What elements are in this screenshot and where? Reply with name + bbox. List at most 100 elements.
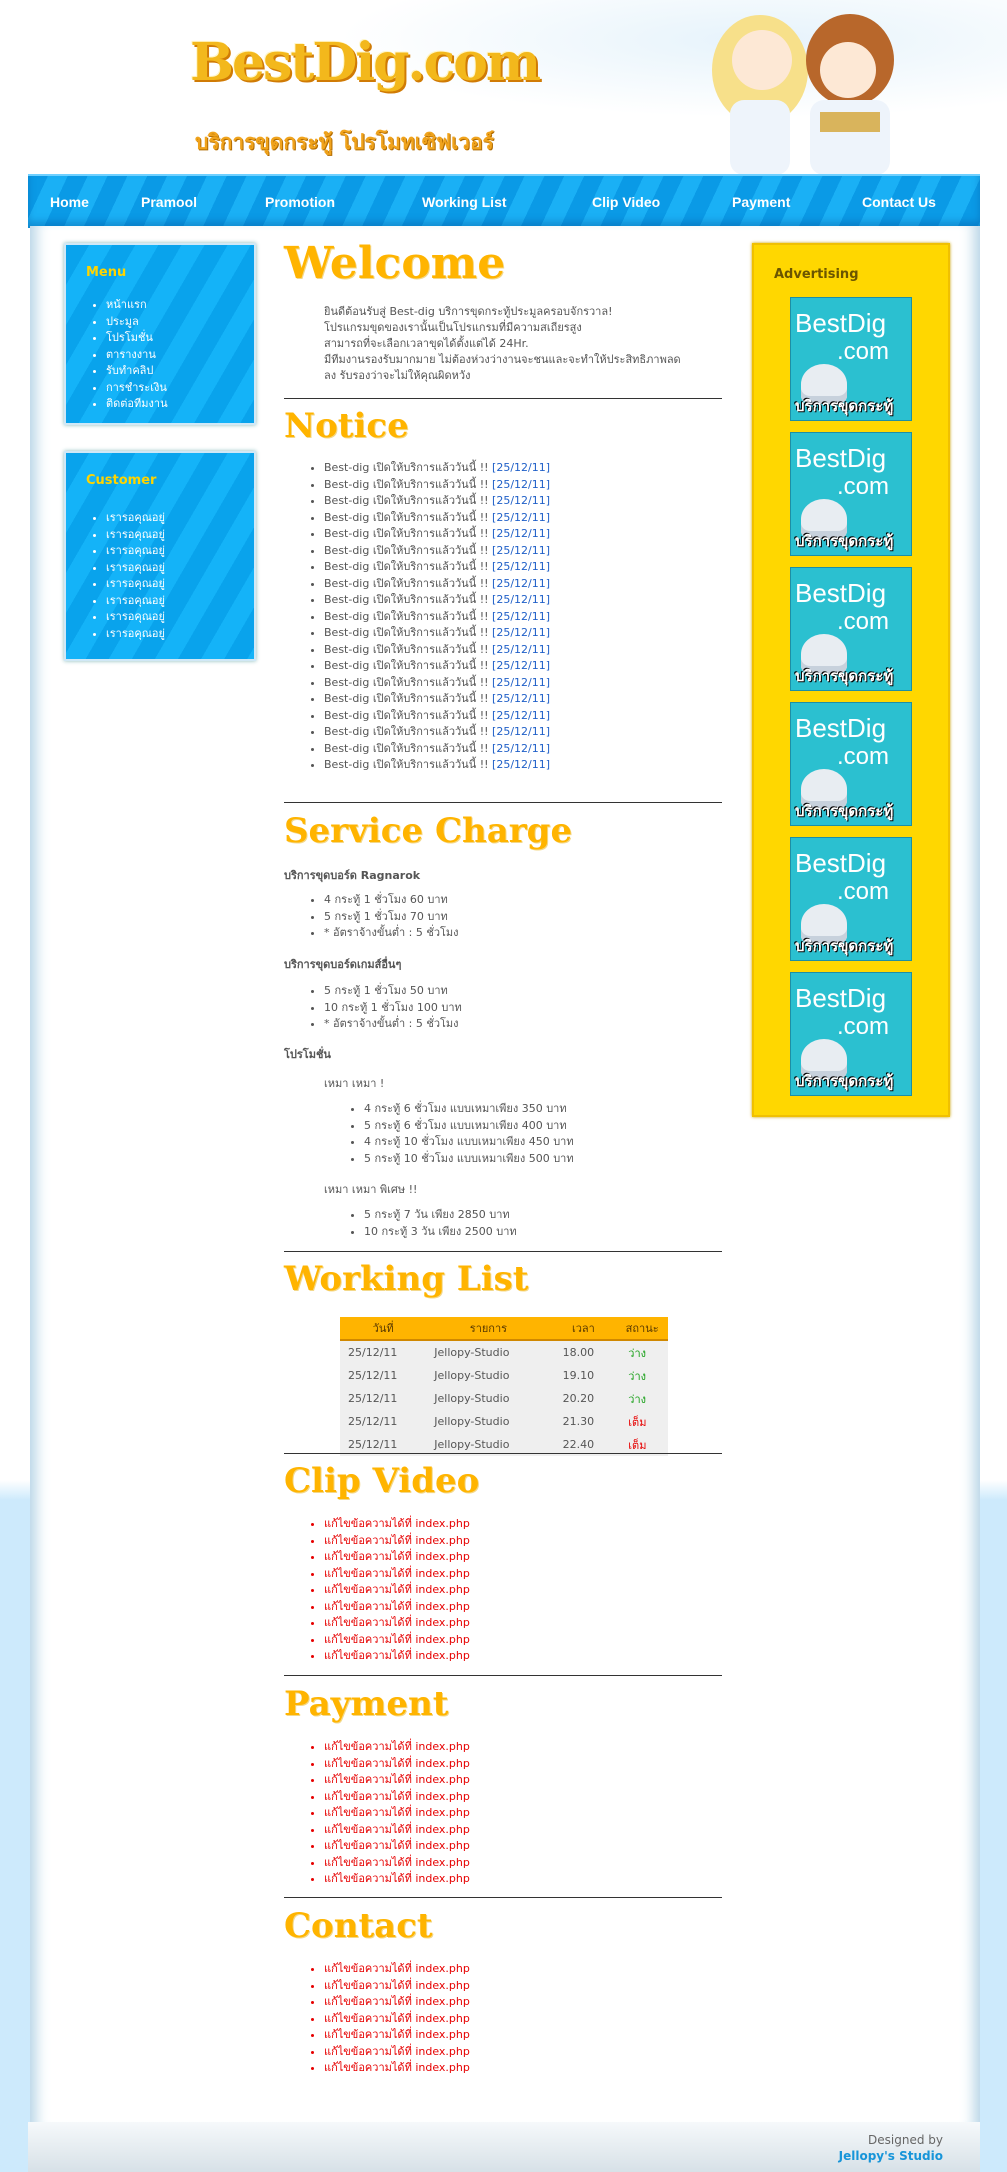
notice-date-link[interactable]: [25/12/11] [492,478,550,491]
clip-link-item[interactable]: แก้ไขข้อความได้ที่ index.php [324,1632,470,1649]
cell-item: Jellopy-Studio [426,1387,551,1410]
menu-item[interactable]: รับทำคลิป [106,363,168,380]
divider [284,1251,722,1252]
clip-link-item[interactable]: แก้ไขข้อความได้ที่ index.php [324,1566,470,1583]
payment-link-item[interactable]: แก้ไขข้อความได้ที่ index.php [324,1805,470,1822]
menu-item[interactable]: การชำระเงิน [106,380,168,397]
notice-date-link[interactable]: [25/12/11] [492,494,550,507]
notice-text: Best-dig เปิดให้บริการแล้ววันนี้ !! [324,708,489,722]
nav-clip-video[interactable]: Clip Video [592,194,660,210]
ad-banner[interactable]: BestDig .com บริการขุดกระทู้ [790,297,912,421]
cell-item: Jellopy-Studio [426,1364,551,1387]
customer-item[interactable]: เรารอคุณอยู่ [106,626,165,643]
nav-pramool[interactable]: Pramool [141,194,197,210]
notice-date-link[interactable]: [25/12/11] [492,593,550,606]
cell-status: ว่าง [616,1387,668,1410]
clip-link-item[interactable]: แก้ไขข้อความได้ที่ index.php [324,1648,470,1665]
payment-link-item[interactable]: แก้ไขข้อความได้ที่ index.php [324,1871,470,1888]
contact-link-item[interactable]: แก้ไขข้อความได้ที่ index.php [324,2044,470,2061]
payment-link-item[interactable]: แก้ไขข้อความได้ที่ index.php [324,1838,470,1855]
ad-banner[interactable]: BestDig .com บริการขุดกระทู้ [790,837,912,961]
clip-link-item[interactable]: แก้ไขข้อความได้ที่ index.php [324,1615,470,1632]
clip-link-item[interactable]: แก้ไขข้อความได้ที่ index.php [324,1599,470,1616]
menu-item[interactable]: ตารางงาน [106,347,168,364]
banner-domain: .com [837,338,890,365]
cell-date: 25/12/11 [340,1387,427,1410]
notice-date-link[interactable]: [25/12/11] [492,758,550,771]
payment-link-item[interactable]: แก้ไขข้อความได้ที่ index.php [324,1772,470,1789]
ad-banner[interactable]: BestDig .com บริการขุดกระทู้ [790,432,912,556]
col-status: สถานะ [616,1317,668,1341]
clip-link-item[interactable]: แก้ไขข้อความได้ที่ index.php [324,1516,470,1533]
payment-link-item[interactable]: แก้ไขข้อความได้ที่ index.php [324,1739,470,1756]
cell-status: ว่าง [616,1364,668,1387]
clip-link-item[interactable]: แก้ไขข้อความได้ที่ index.php [324,1549,470,1566]
promo2-title: เหมา เหมา พิเศษ !! [324,1183,418,1196]
contact-link-item[interactable]: แก้ไขข้อความได้ที่ index.php [324,1961,470,1978]
notice-date-link[interactable]: [25/12/11] [492,725,550,738]
nav-home[interactable]: Home [50,194,89,210]
notice-date-link[interactable]: [25/12/11] [492,626,550,639]
ad-banner[interactable]: BestDig .com บริการขุดกระทู้ [790,972,912,1096]
notice-text: Best-dig เปิดให้บริการแล้ววันนี้ !! [324,461,489,474]
welcome-text: ยินดีต้อนรับสู่ Best-dig บริการขุดกระทู้… [324,304,681,384]
customer-item[interactable]: เรารอคุณอยู่ [106,527,165,544]
price-item: 5 กระทู้ 1 ชั่วโมง 70 บาท [324,909,459,926]
notice-date-link[interactable]: [25/12/11] [492,560,550,573]
payment-link-item[interactable]: แก้ไขข้อความได้ที่ index.php [324,1855,470,1872]
other-price-list: 5 กระทู้ 1 ชั่วโมง 50 บาท 10 กระทู้ 1 ชั… [284,983,462,1033]
notice-date-link[interactable]: [25/12/11] [492,709,550,722]
notice-date-link[interactable]: [25/12/11] [492,643,550,656]
welcome-heading: Welcome [284,238,506,289]
notice-item: Best-dig เปิดให้บริการแล้ววันนี้ !! [25/… [324,741,550,758]
site-logo[interactable]: BestDig.com [190,32,541,93]
contact-heading: Contact [284,1906,433,1946]
contact-link-item[interactable]: แก้ไขข้อความได้ที่ index.php [324,1994,470,2011]
clip-link-item[interactable]: แก้ไขข้อความได้ที่ index.php [324,1582,470,1599]
payment-link-item[interactable]: แก้ไขข้อความได้ที่ index.php [324,1822,470,1839]
advertising-box: Advertising BestDig .com บริการขุดกระทู้ Be… [752,243,950,1117]
divider [284,1675,722,1676]
service-heading: Service Charge [284,811,573,851]
contact-link-item[interactable]: แก้ไขข้อความได้ที่ index.php [324,1978,470,1995]
payment-link-item[interactable]: แก้ไขข้อความได้ที่ index.php [324,1789,470,1806]
menu-item[interactable]: หน้าแรก [106,297,168,314]
notice-date-link[interactable]: [25/12/11] [492,692,550,705]
customer-item[interactable]: เรารอคุณอยู่ [106,543,165,560]
notice-date-link[interactable]: [25/12/11] [492,527,550,540]
customer-item[interactable]: เรารอคุณอยู่ [106,510,165,527]
clip-link-item[interactable]: แก้ไขข้อความได้ที่ index.php [324,1533,470,1550]
notice-date-link[interactable]: [25/12/11] [492,676,550,689]
price-note: * อัตราจ้างขั้นต่ำ : 5 ชั่วโมง [324,1016,462,1033]
menu-item[interactable]: โปรโมชั่น [106,330,168,347]
ad-banner[interactable]: BestDig .com บริการขุดกระทู้ [790,567,912,691]
notice-date-link[interactable]: [25/12/11] [492,577,550,590]
menu-list: หน้าแรก ประมูล โปรโมชั่น ตารางงาน รับทำค… [106,297,168,413]
nav-promotion[interactable]: Promotion [265,194,335,210]
nav-payment[interactable]: Payment [732,194,790,210]
notice-date-link[interactable]: [25/12/11] [492,742,550,755]
notice-date-link[interactable]: [25/12/11] [492,659,550,672]
payment-link-item[interactable]: แก้ไขข้อความได้ที่ index.php [324,1756,470,1773]
menu-item[interactable]: ติดต่อทีมงาน [106,396,168,413]
nav-contact-us[interactable]: Contact Us [862,194,936,210]
price-item: 10 กระทู้ 1 ชั่วโมง 100 บาท [324,1000,462,1017]
cell-status: ว่าง [616,1340,668,1364]
nav-working-list[interactable]: Working List [422,194,507,210]
notice-date-link[interactable]: [25/12/11] [492,461,550,474]
contact-link-item[interactable]: แก้ไขข้อความได้ที่ index.php [324,2060,470,2077]
notice-date-link[interactable]: [25/12/11] [492,610,550,623]
cell-date: 25/12/11 [340,1340,427,1364]
customer-item[interactable]: เรารอคุณอยู่ [106,593,165,610]
menu-item[interactable]: ประมูล [106,314,168,331]
customer-item[interactable]: เรารอคุณอยู่ [106,576,165,593]
notice-date-link[interactable]: [25/12/11] [492,544,550,557]
contact-link-item[interactable]: แก้ไขข้อความได้ที่ index.php [324,2027,470,2044]
notice-date-link[interactable]: [25/12/11] [492,511,550,524]
customer-item[interactable]: เรารอคุณอยู่ [106,560,165,577]
ad-banner[interactable]: BestDig .com บริการขุดกระทู้ [790,702,912,826]
customer-item[interactable]: เรารอคุณอยู่ [106,609,165,626]
studio-link[interactable]: Jellopy's Studio [839,2148,943,2164]
contact-link-item[interactable]: แก้ไขข้อความได้ที่ index.php [324,2011,470,2028]
banner-domain: .com [837,608,890,635]
